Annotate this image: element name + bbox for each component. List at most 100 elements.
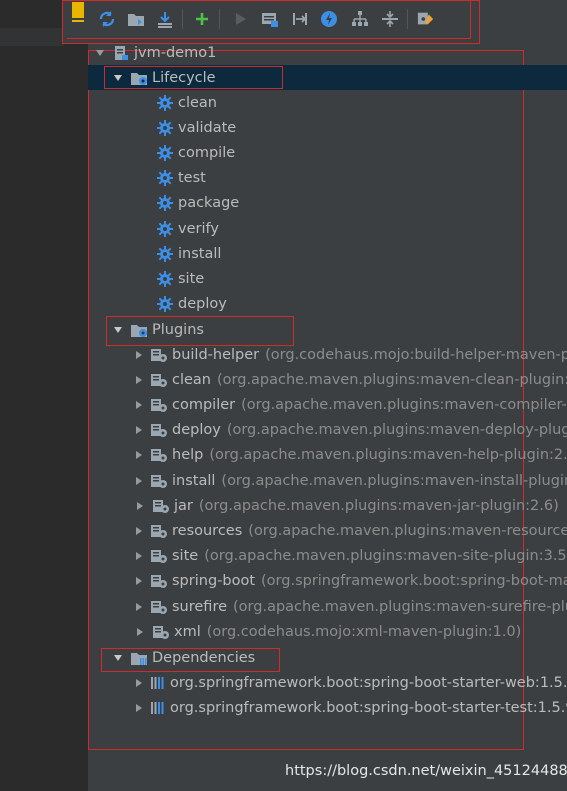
plugin-coordinates: (org.apache.maven.plugins:maven-surefire… xyxy=(233,598,567,615)
collapsed-arrow-icon[interactable] xyxy=(134,374,144,386)
lifecycle-goal-label: install xyxy=(178,245,222,262)
project-root[interactable]: jvm-demo1 xyxy=(88,40,567,65)
run-icon[interactable] xyxy=(231,10,249,28)
plugin-item[interactable]: surefire (org.apache.maven.plugins:maven-… xyxy=(88,594,567,619)
lifecycle-goal-label: clean xyxy=(178,94,217,111)
plugin-name: deploy xyxy=(172,422,221,439)
plugin-item[interactable]: site (org.apache.maven.plugins:maven-site… xyxy=(88,544,567,569)
dependency-label: org.springframework.boot:spring-boot-sta… xyxy=(170,699,567,716)
folder-gear-icon xyxy=(130,69,148,87)
lifecycle-goal-item[interactable]: deploy xyxy=(88,292,567,317)
plugins-node[interactable]: Plugins xyxy=(88,317,567,342)
library-icon xyxy=(150,674,166,692)
toolbar-separator xyxy=(182,9,183,29)
plugin-item[interactable]: clean (org.apache.maven.plugins:maven-cle… xyxy=(88,367,567,392)
collapsed-arrow-icon[interactable] xyxy=(134,525,144,537)
gutter-strip xyxy=(0,28,64,46)
lifecycle-goal-item[interactable]: compile xyxy=(88,140,567,165)
collapse-all-icon[interactable] xyxy=(381,10,399,28)
lifecycle-goal-item[interactable]: validate xyxy=(88,115,567,140)
settings-icon[interactable] xyxy=(417,10,435,28)
lifecycle-goal-item[interactable]: site xyxy=(88,266,567,291)
plugin-coordinates: (org.springframework.boot:spring-boot-ma xyxy=(261,573,567,590)
watermark-text: https://blog.csdn.net/weixin_45124488 xyxy=(285,763,567,779)
plugin-name: jar xyxy=(174,497,193,514)
plugin-coordinates: (org.apache.maven.plugins:maven-help-plu… xyxy=(209,447,567,464)
plugin-item[interactable]: install (org.apache.maven.plugins:maven-i… xyxy=(88,468,567,493)
plugin-name: xml xyxy=(174,623,201,640)
expanded-arrow-icon[interactable] xyxy=(94,47,106,59)
dependency-item[interactable]: org.springframework.boot:spring-boot-sta… xyxy=(88,670,567,695)
plugin-item[interactable]: jar (org.apache.maven.plugins:maven-jar-p… xyxy=(88,493,567,518)
lifecycle-goal-label: verify xyxy=(178,220,219,237)
skip-tests-icon[interactable] xyxy=(320,10,338,28)
plugin-name: spring-boot xyxy=(172,573,256,590)
add-icon[interactable] xyxy=(193,10,211,28)
gear-icon xyxy=(156,245,174,263)
plugin-icon xyxy=(150,572,168,590)
collapsed-arrow-icon[interactable] xyxy=(134,349,144,361)
collapsed-arrow-icon[interactable] xyxy=(134,601,144,613)
dependency-item[interactable]: org.springframework.boot:spring-boot-sta… xyxy=(88,695,567,720)
plugin-icon xyxy=(150,547,168,565)
plugin-item[interactable]: spring-boot (org.springframework.boot:spr… xyxy=(88,569,567,594)
plugin-item[interactable]: build-helper (org.codehaus.mojo:build-hel… xyxy=(88,342,567,367)
project-name: jvm-demo1 xyxy=(134,44,217,61)
plugin-coordinates: (org.codehaus.mojo:xml-maven-plugin:1.0) xyxy=(206,623,522,640)
plugin-name: site xyxy=(172,548,199,565)
plugin-icon xyxy=(150,421,168,439)
maven-toolbar xyxy=(62,0,480,44)
download-icon[interactable] xyxy=(156,10,174,28)
gear-icon xyxy=(156,169,174,187)
expanded-arrow-icon[interactable] xyxy=(112,72,124,84)
lifecycle-goal-label: site xyxy=(178,270,205,287)
generate-sources-icon[interactable] xyxy=(127,10,145,28)
gear-icon xyxy=(156,119,174,137)
collapsed-arrow-icon[interactable] xyxy=(134,626,146,638)
plugin-name: compiler xyxy=(172,396,236,413)
plugin-item[interactable]: xml (org.codehaus.mojo:xml-maven-plugin:1… xyxy=(88,619,567,644)
plugin-icon xyxy=(150,446,168,464)
execute-goal-icon[interactable] xyxy=(261,10,279,28)
collapsed-arrow-icon[interactable] xyxy=(134,449,144,461)
collapsed-arrow-icon[interactable] xyxy=(134,424,144,436)
plugin-item[interactable]: deploy (org.apache.maven.plugins:maven-de… xyxy=(88,418,567,443)
lifecycle-goal-label: deploy xyxy=(178,296,227,313)
gear-icon xyxy=(156,270,174,288)
lifecycle-goal-item[interactable]: package xyxy=(88,191,567,216)
collapsed-arrow-icon[interactable] xyxy=(134,475,144,487)
plugin-icon xyxy=(150,522,168,540)
reimport-icon[interactable] xyxy=(98,10,116,28)
plugin-coordinates: (org.apache.maven.plugins:maven-install-… xyxy=(221,472,567,489)
expanded-arrow-icon[interactable] xyxy=(112,652,124,664)
collapsed-arrow-icon[interactable] xyxy=(134,399,144,411)
gear-icon xyxy=(156,220,174,238)
plugin-item[interactable]: compiler (org.apache.maven.plugins:maven-… xyxy=(88,392,567,417)
lifecycle-goal-item[interactable]: install xyxy=(88,241,567,266)
lifecycle-node[interactable]: Lifecycle xyxy=(88,65,567,90)
collapsed-arrow-icon[interactable] xyxy=(134,677,144,689)
plugin-icon xyxy=(150,346,168,364)
expanded-arrow-icon[interactable] xyxy=(112,324,124,336)
lifecycle-goal-item[interactable]: verify xyxy=(88,216,567,241)
collapsed-arrow-icon[interactable] xyxy=(134,500,146,512)
show-dependencies-icon[interactable] xyxy=(351,10,369,28)
lifecycle-label: Lifecycle xyxy=(152,69,216,86)
tool-window-marker-icon xyxy=(71,2,85,23)
lifecycle-goal-item[interactable]: clean xyxy=(88,90,567,115)
dependencies-node[interactable]: Dependencies xyxy=(88,645,567,670)
plugin-item[interactable]: resources (org.apache.maven.plugins:maven… xyxy=(88,518,567,543)
toggle-offline-icon[interactable] xyxy=(291,10,309,28)
collapsed-arrow-icon[interactable] xyxy=(134,550,144,562)
collapsed-arrow-icon[interactable] xyxy=(134,702,144,714)
maven-project-icon xyxy=(112,44,130,62)
lifecycle-goal-item[interactable]: test xyxy=(88,166,567,191)
toolbar-separator xyxy=(219,9,220,29)
plugin-name: resources xyxy=(172,522,243,539)
lifecycle-goal-label: validate xyxy=(178,119,237,136)
plugin-item[interactable]: help (org.apache.maven.plugins:maven-help… xyxy=(88,443,567,468)
lifecycle-goal-label: compile xyxy=(178,144,236,161)
dependencies-label: Dependencies xyxy=(152,649,256,666)
collapsed-arrow-icon[interactable] xyxy=(134,575,144,587)
plugin-icon xyxy=(150,396,168,414)
